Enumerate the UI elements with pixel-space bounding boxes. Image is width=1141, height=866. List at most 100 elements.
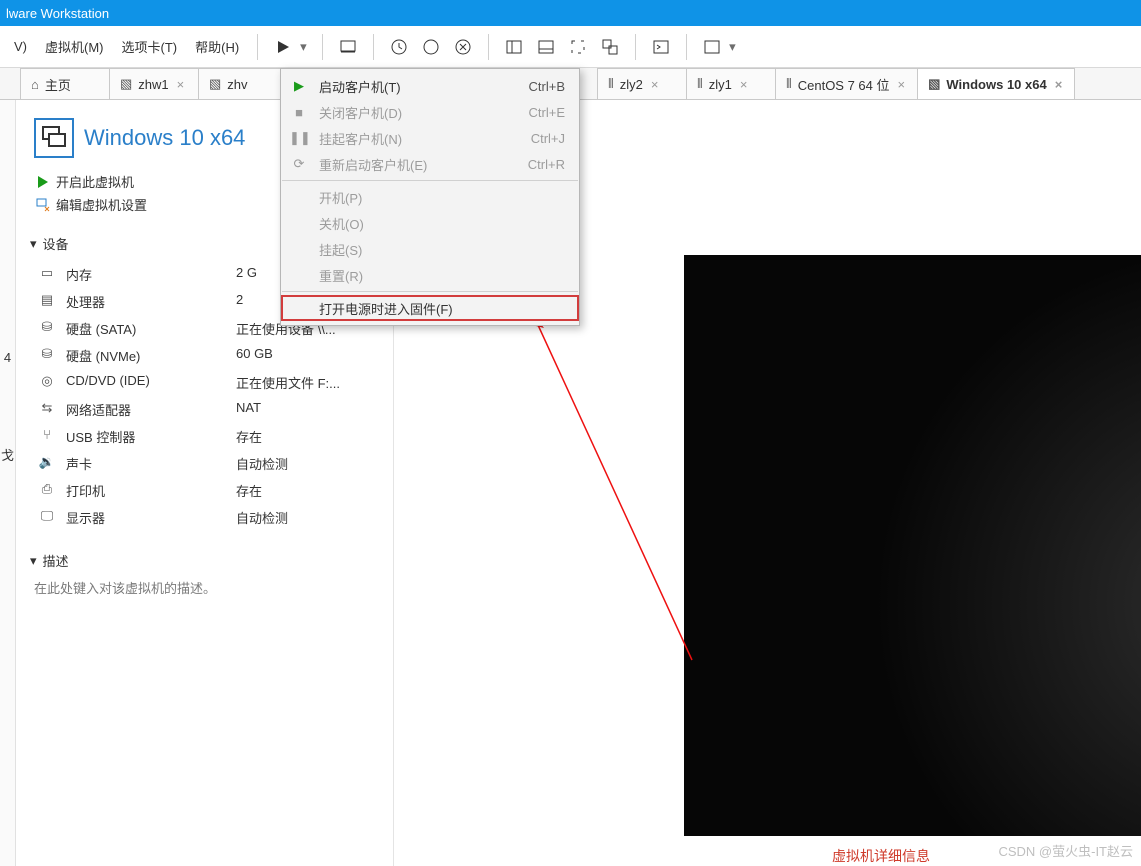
vm-icon: ▧ bbox=[209, 76, 221, 92]
gutter-char: 4 bbox=[4, 350, 11, 365]
menu-vm[interactable]: 虚拟机(M) bbox=[37, 33, 112, 60]
tab-label: CentOS 7 64 位 bbox=[798, 75, 890, 94]
separator bbox=[373, 34, 374, 60]
tab-label: Windows 10 x64 bbox=[946, 77, 1046, 92]
toolbar-snapshot-button[interactable] bbox=[384, 32, 414, 62]
device-row[interactable]: ⑂USB 控制器存在 bbox=[34, 423, 373, 450]
toolbar-stretch-dropdown[interactable]: ▾ bbox=[729, 39, 741, 55]
cd-icon: ◎ bbox=[38, 373, 56, 392]
toolbar-layout1[interactable] bbox=[499, 32, 529, 62]
device-value: 60 GB bbox=[236, 346, 273, 365]
close-icon[interactable]: × bbox=[738, 77, 750, 92]
edit-icon bbox=[36, 198, 50, 212]
close-icon[interactable]: × bbox=[1053, 77, 1065, 92]
send-icon bbox=[339, 38, 357, 56]
device-value: 自动检测 bbox=[236, 454, 288, 473]
close-icon[interactable]: × bbox=[649, 77, 661, 92]
section-title: 描述 bbox=[43, 551, 69, 570]
disk-icon: ⛁ bbox=[38, 319, 56, 338]
device-row[interactable]: ◎CD/DVD (IDE)正在使用文件 F:... bbox=[34, 369, 373, 396]
menu-item: 挂起(S) bbox=[281, 236, 579, 262]
device-row[interactable]: 🔉声卡自动检测 bbox=[34, 450, 373, 477]
link-label: 编辑虚拟机设置 bbox=[56, 195, 147, 214]
toolbar-send-button[interactable] bbox=[333, 32, 363, 62]
device-name: 打印机 bbox=[66, 481, 226, 500]
device-value: NAT bbox=[236, 400, 261, 419]
menu-label: 重置(R) bbox=[319, 266, 555, 285]
device-value: 正在使用文件 F:... bbox=[236, 373, 340, 392]
bars-icon: ⦀ bbox=[786, 76, 792, 92]
bars-icon: ⦀ bbox=[608, 76, 614, 92]
device-name: 处理器 bbox=[66, 292, 226, 311]
vm-icon: ▧ bbox=[928, 76, 940, 92]
title-bar: lware Workstation bbox=[0, 0, 1141, 26]
description-header[interactable]: ▾ 描述 bbox=[30, 551, 373, 570]
device-name: 内存 bbox=[66, 265, 226, 284]
menu-shortcut: Ctrl+E bbox=[529, 105, 565, 120]
tab-label: zly2 bbox=[620, 77, 643, 92]
close-icon[interactable]: × bbox=[896, 77, 908, 92]
tab-label: 主页 bbox=[45, 75, 71, 94]
toolbar-revert[interactable] bbox=[448, 32, 478, 62]
menu-separator bbox=[282, 180, 578, 181]
refresh-icon: ⟳ bbox=[289, 156, 309, 172]
device-row[interactable]: ⛁ 硬盘 (NVMe) 60 GB bbox=[34, 342, 373, 369]
vm-title-text: Windows 10 x64 bbox=[84, 125, 245, 151]
toolbar-stretch[interactable] bbox=[697, 32, 727, 62]
tab-label: zhv bbox=[227, 77, 247, 92]
toolbar-power-dropdown[interactable]: ▾ bbox=[300, 39, 312, 55]
tab-home[interactable]: ⌂ 主页 bbox=[20, 68, 110, 99]
tab-vm[interactable]: ▧ zhv bbox=[198, 68, 288, 99]
device-name: 硬盘 (NVMe) bbox=[66, 346, 226, 365]
device-value: 2 G bbox=[236, 265, 257, 284]
console-icon bbox=[652, 38, 670, 56]
tab-vm[interactable]: ⦀ CentOS 7 64 位 × bbox=[775, 68, 918, 99]
toolbar-fullscreen[interactable] bbox=[563, 32, 593, 62]
device-row[interactable]: ⇆网络适配器NAT bbox=[34, 396, 373, 423]
vm-screen[interactable] bbox=[684, 255, 1141, 836]
menu-item[interactable]: 打开电源时进入固件(F) bbox=[281, 295, 579, 321]
menu-shortcut: Ctrl+J bbox=[531, 131, 565, 146]
menu-help[interactable]: 帮助(H) bbox=[187, 33, 247, 60]
separator bbox=[257, 34, 258, 60]
toolbar-snapshot-manage[interactable] bbox=[416, 32, 446, 62]
separator bbox=[635, 34, 636, 60]
menu-label: 挂起客户机(N) bbox=[319, 129, 521, 148]
device-name: 声卡 bbox=[66, 454, 226, 473]
layout-side-icon bbox=[505, 38, 523, 56]
toolbar-unity[interactable] bbox=[595, 32, 625, 62]
menu-tabs[interactable]: 选项卡(T) bbox=[114, 33, 186, 60]
tab-vm-active[interactable]: ▧ Windows 10 x64 × bbox=[917, 68, 1075, 99]
pause-icon: ❚❚ bbox=[289, 130, 309, 146]
close-icon[interactable]: × bbox=[175, 77, 187, 92]
disk-icon: ⛁ bbox=[38, 346, 56, 365]
layout-bottom-icon bbox=[537, 38, 555, 56]
revert-icon bbox=[454, 38, 472, 56]
clock2-icon bbox=[422, 38, 440, 56]
title-text: lware Workstation bbox=[6, 6, 109, 21]
tab-label: zly1 bbox=[709, 77, 732, 92]
device-row[interactable]: 🖵显示器自动检测 bbox=[34, 504, 373, 531]
tab-vm[interactable]: ⦀ zly1 × bbox=[686, 68, 776, 99]
menu-item: ❚❚ 挂起客户机(N) Ctrl+J bbox=[281, 125, 579, 151]
toolbar-console[interactable] bbox=[646, 32, 676, 62]
bars-icon: ⦀ bbox=[697, 76, 703, 92]
description-placeholder[interactable]: 在此处键入对该虚拟机的描述。 bbox=[34, 578, 373, 597]
toolbar-layout2[interactable] bbox=[531, 32, 561, 62]
menu-bar: V) 虚拟机(M) 选项卡(T) 帮助(H) ▾ ▾ bbox=[0, 26, 1141, 68]
section-title: 设备 bbox=[43, 234, 69, 253]
menu-item[interactable]: ▶启动客户机(T)Ctrl+B bbox=[281, 73, 579, 99]
tab-vm[interactable]: ⦀ zly2 × bbox=[597, 68, 687, 99]
printer-icon: ⎙ bbox=[38, 481, 56, 500]
power-dropdown-menu: ▶启动客户机(T)Ctrl+B■关闭客户机(D)Ctrl+E❚❚挂起客户机(N)… bbox=[280, 68, 580, 326]
memory-icon: ▭ bbox=[38, 265, 56, 284]
tab-vm[interactable]: ▧ zhw1 × bbox=[109, 68, 199, 99]
display-icon: 🖵 bbox=[38, 508, 56, 527]
device-row[interactable]: ⎙打印机存在 bbox=[34, 477, 373, 504]
menu-item: 重置(R) bbox=[281, 262, 579, 288]
toolbar-power-button[interactable] bbox=[268, 32, 298, 62]
menu-label: 打开电源时进入固件(F) bbox=[319, 299, 555, 318]
play-icon bbox=[275, 39, 291, 55]
menu-view[interactable]: V) bbox=[6, 35, 35, 58]
menu-item: ⟳重新启动客户机(E)Ctrl+R bbox=[281, 151, 579, 177]
